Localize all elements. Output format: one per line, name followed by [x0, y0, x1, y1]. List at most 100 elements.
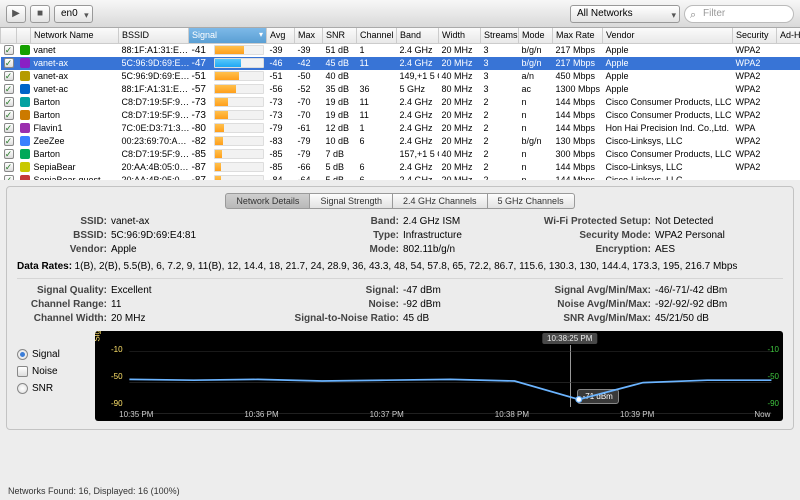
network-table: Network NameBSSIDSignalAvgMaxSNRChannelB…: [0, 28, 800, 180]
row-checkbox[interactable]: [4, 110, 14, 120]
signal-chart: Signal Strength [dBm] 10:38:25 PM -71 dB…: [95, 331, 783, 421]
row-checkbox[interactable]: [4, 149, 14, 159]
table-row[interactable]: vanet88:1F:A1:31:E…-41-39-3951 dB12.4 GH…: [1, 43, 800, 57]
color-swatch: [20, 162, 30, 172]
ytick: -10: [767, 345, 779, 354]
table-row[interactable]: BartonC8:D7:19:5F:9…-73-73-7019 dB112.4 …: [1, 96, 800, 109]
table-row[interactable]: vanet-ax5C:96:9D:69:E…-47-46-4245 dB112.…: [1, 57, 800, 70]
row-checkbox[interactable]: [4, 123, 14, 133]
interface-select[interactable]: en0: [54, 5, 93, 23]
col-band[interactable]: Band: [397, 28, 439, 43]
col-width[interactable]: Width: [439, 28, 481, 43]
detail-mode: Mode:802.11b/g/n: [279, 243, 521, 256]
ytick: -10: [111, 345, 123, 354]
stop-button[interactable]: ■: [30, 5, 50, 23]
table-row[interactable]: SepiaBear20:AA:4B:05:0…-87-85-665 dB62.4…: [1, 161, 800, 174]
col-mode[interactable]: Mode: [519, 28, 553, 43]
color-swatch: [20, 97, 30, 107]
datarates-value: 1(B), 2(B), 5.5(B), 6, 7.2, 9, 11(B), 12…: [75, 261, 738, 272]
radio-snr[interactable]: SNR: [17, 383, 87, 394]
col-bssid[interactable]: BSSID: [119, 28, 189, 43]
table-row[interactable]: BartonC8:D7:19:5F:9…-85-85-797 dB157,+1 …: [1, 148, 800, 161]
row-checkbox[interactable]: [4, 45, 14, 55]
detail-vendor: Vendor:Apple: [17, 243, 259, 256]
color-swatch: [20, 110, 30, 120]
detail-ssid: SSID:vanet-ax: [17, 215, 259, 228]
search-input[interactable]: Filter: [684, 5, 794, 23]
detail-channelrange: Channel Range:11: [17, 298, 259, 311]
detail-wi-fiprotectedsetup: Wi-Fi Protected Setup:Not Detected: [541, 215, 783, 228]
col-streams[interactable]: Streams: [481, 28, 519, 43]
ytick: -90: [111, 399, 123, 408]
detail-noise: Noise:-92 dBm: [279, 298, 521, 311]
detail-signalavg/min/max: Signal Avg/Min/Max:-46/-71/-42 dBm: [541, 284, 783, 297]
col-network-name[interactable]: Network Name: [31, 28, 119, 43]
detail-signal: Signal:-47 dBm: [279, 284, 521, 297]
row-checkbox[interactable]: [4, 97, 14, 107]
status-footer: Networks Found: 16, Displayed: 16 (100%): [8, 486, 180, 496]
table-row[interactable]: vanet-ac88:1F:A1:31:E…-57-56-5235 dB365 …: [1, 83, 800, 96]
col-channel[interactable]: Channel: [357, 28, 397, 43]
tab-signal-strength[interactable]: Signal Strength: [310, 193, 393, 209]
detail-signalquality: Signal Quality:Excellent: [17, 284, 259, 297]
detail-band: Band:2.4 GHz ISM: [279, 215, 521, 228]
table-row[interactable]: Flavin17C:0E:D3:71:3…-80-79-6112 dB12.4 …: [1, 122, 800, 135]
col-security[interactable]: Security: [733, 28, 777, 43]
tab-5-ghz-channels[interactable]: 5 GHz Channels: [488, 193, 575, 209]
play-button[interactable]: ▶: [6, 5, 26, 23]
color-swatch: [20, 149, 30, 159]
chart-mode-radios: Signal Noise SNR: [17, 331, 87, 421]
datarates-label: Data Rates:: [17, 261, 72, 272]
row-checkbox[interactable]: [4, 71, 14, 81]
col-chk[interactable]: [1, 28, 17, 43]
color-swatch: [20, 84, 30, 94]
col-max[interactable]: Max: [295, 28, 323, 43]
ytick: -50: [767, 372, 779, 381]
row-checkbox[interactable]: [4, 84, 14, 94]
col-vendor[interactable]: Vendor: [603, 28, 733, 43]
detail-bssid: BSSID:5C:96:9D:69:E4:81: [17, 229, 259, 242]
col-max-rate[interactable]: Max Rate: [553, 28, 603, 43]
col-avg[interactable]: Avg: [267, 28, 295, 43]
row-checkbox[interactable]: [4, 136, 14, 146]
details-panel: Network DetailsSignal Strength2.4 GHz Ch…: [6, 186, 794, 430]
color-swatch: [20, 123, 30, 133]
xtick: 10:37 PM: [370, 410, 404, 419]
detail-channelwidth: Channel Width:20 MHz: [17, 312, 259, 325]
table-row[interactable]: ZeeZee00:23:69:70:A…-82-83-7910 dB62.4 G…: [1, 135, 800, 148]
color-swatch: [20, 71, 30, 81]
radio-signal[interactable]: Signal: [17, 349, 87, 360]
row-checkbox[interactable]: [4, 162, 14, 172]
detail-type: Type:Infrastructure: [279, 229, 521, 242]
col-signal[interactable]: Signal: [189, 28, 267, 43]
table-row[interactable]: BartonC8:D7:19:5F:9…-73-73-7019 dB112.4 …: [1, 109, 800, 122]
ytick: -50: [111, 372, 123, 381]
detail-signal-to-noiseratio: Signal-to-Noise Ratio:45 dB: [279, 312, 521, 325]
row-checkbox[interactable]: [4, 58, 14, 68]
detail-snravg/min/max: SNR Avg/Min/Max:45/21/50 dB: [541, 312, 783, 325]
detail-securitymode: Security Mode:WPA2 Personal: [541, 229, 783, 242]
xtick: 10:38 PM: [495, 410, 529, 419]
tab-network-details[interactable]: Network Details: [225, 193, 310, 209]
col-snr[interactable]: SNR: [323, 28, 357, 43]
color-swatch: [20, 175, 30, 180]
color-swatch: [20, 45, 30, 55]
detail-noiseavg/min/max: Noise Avg/Min/Max:-92/-92/-92 dBm: [541, 298, 783, 311]
color-swatch: [20, 136, 30, 146]
tab-bar: Network DetailsSignal Strength2.4 GHz Ch…: [17, 193, 783, 209]
detail-encryption: Encryption:AES: [541, 243, 783, 256]
xtick: Now: [754, 410, 770, 419]
xtick: 10:39 PM: [620, 410, 654, 419]
col-chk[interactable]: [17, 28, 31, 43]
toolbar: ▶ ■ en0 All Networks Filter: [0, 0, 800, 28]
col-ad-hoc[interactable]: Ad-Hoc: [777, 28, 800, 43]
radio-noise[interactable]: Noise: [17, 366, 87, 377]
color-swatch: [20, 58, 30, 68]
table-row[interactable]: vanet-ax5C:96:9D:69:E…-51-51-5040 dB149,…: [1, 70, 800, 83]
row-checkbox[interactable]: [4, 175, 14, 180]
tab-2-4-ghz-channels[interactable]: 2.4 GHz Channels: [393, 193, 488, 209]
network-filter-select[interactable]: All Networks: [570, 5, 680, 23]
xtick: 10:35 PM: [119, 410, 153, 419]
table-row[interactable]: SepiaBear-guest20:AA:4B:05:0…-87-84-645 …: [1, 174, 800, 181]
ytick: -90: [767, 399, 779, 408]
